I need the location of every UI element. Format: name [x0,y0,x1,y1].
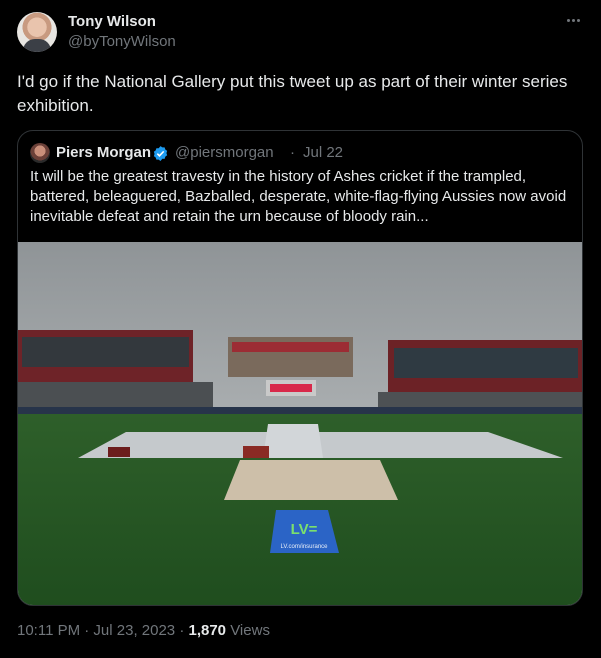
sponsor-logo-text: LV= [291,521,318,538]
cricket-ground-photo[interactable]: LV= LV.com/insurance [18,242,583,606]
author-handle[interactable]: @byTonyWilson [68,33,176,50]
views-label: Views [226,622,270,639]
tweet-timestamp[interactable]: 10:11 PM · Jul 23, 2023 · [17,622,188,639]
tweet-text: I'd go if the National Gallery put this … [17,72,568,115]
quoted-separator: · [290,144,295,161]
quoted-author-handle: @piersmorgan [175,144,274,161]
tweet-meta: 10:11 PM · Jul 23, 2023 · 1,870 Views [17,622,270,639]
more-icon[interactable] [560,10,586,30]
avatar[interactable] [17,12,57,52]
sponsor-url-text: LV.com/insurance [280,544,328,550]
tweet: Tony Wilson @byTonyWilson I'd go if the … [0,0,601,658]
verified-icon [153,146,168,161]
views-count: 1,870 [188,622,227,639]
quoted-author-name: Piers Morgan [56,144,152,161]
quoted-text: It will be the greatest travesty in the … [30,168,567,225]
quoted-tweet[interactable]: Piers Morgan @piersmorgan · Jul 22 It wi… [17,130,583,606]
quoted-date: Jul 22 [303,144,344,161]
author-name[interactable]: Tony Wilson [68,13,156,30]
quoted-avatar [30,143,50,163]
